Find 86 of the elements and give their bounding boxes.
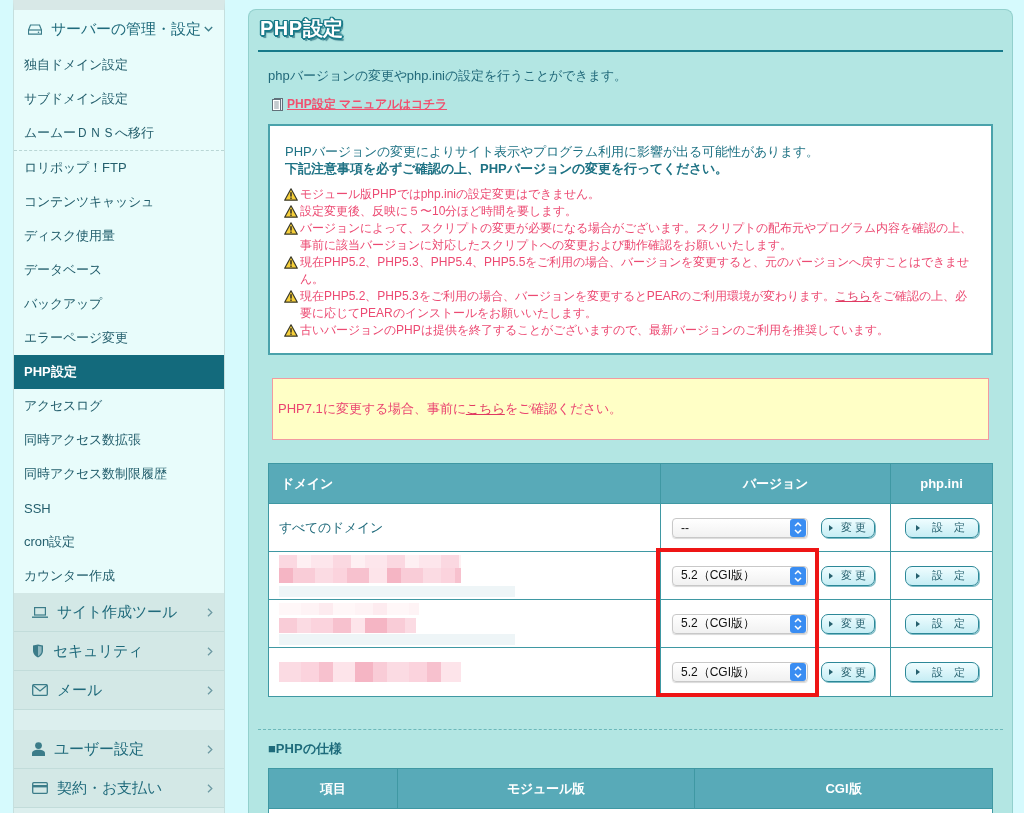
- chevron-right-icon: [207, 783, 213, 793]
- sidebar-item[interactable]: 同時アクセス数制限履歴: [14, 457, 224, 491]
- sidebar-group-header[interactable]: 契約・お支払い: [14, 769, 224, 808]
- section-heading: ■PHPの仕様: [268, 741, 343, 757]
- column-header: モジュール版: [398, 769, 695, 809]
- warning-text: 現在PHP5.2、PHP5.3、PHP5.4、PHP5.5をご利用の場合、バージョンを変更すると、元のバージョンへ戻すことはできません。: [300, 254, 971, 288]
- column-header: php.ini: [891, 464, 992, 504]
- sidebar-item[interactable]: 独自ドメイン設定: [14, 48, 224, 82]
- envelope-icon: [32, 684, 48, 696]
- column-header: ドメイン: [269, 464, 661, 504]
- sidebar-group-header[interactable]: ユーザー設定: [14, 730, 224, 769]
- warning-text: 古いバージョンのPHPは提供を終了することがございますので、最新バージョンのご利用を推奨しています。: [300, 322, 889, 339]
- version-select[interactable]: --: [672, 517, 808, 538]
- chevron-down-icon: [204, 26, 213, 32]
- settings-button[interactable]: 設 定: [904, 565, 979, 586]
- sidebar-item[interactable]: SSH: [14, 491, 224, 525]
- warning-icon: [284, 205, 298, 218]
- version-select[interactable]: 5.2（CGI版）: [672, 565, 808, 586]
- change-button[interactable]: 変 更: [821, 565, 875, 586]
- change-button[interactable]: 変 更: [821, 662, 875, 682]
- sidebar-item[interactable]: cron設定: [14, 525, 224, 559]
- triangle-icon: [915, 572, 920, 579]
- document-icon: [272, 97, 283, 111]
- chevron-right-icon: [207, 685, 213, 695]
- page-title: PHP設定: [260, 15, 344, 41]
- triangle-icon: [829, 524, 833, 531]
- warning-icon: [284, 188, 298, 201]
- warning-text: 設定変更後、反映に５〜10分ほど時間を要します。: [300, 203, 578, 220]
- sidebar-item[interactable]: PHP設定: [14, 355, 224, 389]
- stepper-icon: [790, 663, 806, 681]
- settings-button[interactable]: 設 定: [904, 613, 979, 634]
- inline-link[interactable]: こちら: [835, 289, 872, 303]
- warning-text: 現在PHP5.2、PHP5.3をご利用の場合、バージョンを変更するとPEARのご利用環境が変わります。こちら をご確認の上、必要に応じてPEARのインストールをお願いいたします。: [300, 288, 969, 322]
- sidebar-item[interactable]: サブドメイン設定: [14, 82, 224, 116]
- stepper-icon: [790, 518, 806, 537]
- triangle-icon: [829, 620, 833, 627]
- sidebar-group-header[interactable]: サーバーの管理・設定: [14, 10, 224, 48]
- warning-icon: [284, 222, 298, 235]
- chevron-right-icon: [207, 646, 213, 656]
- column-header: バージョン: [661, 464, 891, 504]
- sidebar-item[interactable]: バックアップ: [14, 287, 224, 321]
- triangle-icon: [829, 669, 833, 675]
- hard-drive-icon: [28, 23, 42, 35]
- intro-text: phpバージョンの変更やphp.iniの設定を行うことができます。: [268, 67, 628, 85]
- alert-text: PHP7.1に変更する場合、事前にこちら をご確認ください。: [278, 400, 622, 418]
- column-header: 項目: [269, 769, 398, 809]
- change-button[interactable]: 変 更: [821, 517, 875, 538]
- triangle-icon: [915, 669, 920, 675]
- credit-card-icon: [32, 782, 48, 794]
- table-cell: すべてのドメイン: [269, 504, 661, 552]
- warning-icon: [284, 324, 298, 337]
- shield-icon: [32, 644, 44, 658]
- stepper-icon: [790, 566, 806, 585]
- warning-text: モジュール版PHPではphp.iniの設定変更はできません。: [300, 186, 601, 203]
- chevron-right-icon: [207, 744, 213, 754]
- inline-link[interactable]: こちら: [465, 401, 505, 416]
- version-select[interactable]: 5.2（CGI版）: [672, 662, 808, 682]
- version-select[interactable]: 5.2（CGI版）: [672, 613, 808, 634]
- sidebar-item[interactable]: ディスク使用量: [14, 219, 224, 253]
- warning-text: バージョンによって、スクリプトの変更が必要になる場合がございます。スクリプトの配布元やプログラム内容を確認の上、事前に該当バージョンに対応したスクリプトへの変更および動作確認をお願いいたします。: [300, 220, 973, 254]
- triangle-icon: [915, 620, 920, 627]
- sidebar-item[interactable]: エラーページ変更: [14, 321, 224, 355]
- sidebar-item[interactable]: データベース: [14, 253, 224, 287]
- settings-button[interactable]: 設 定: [904, 662, 979, 682]
- sidebar-group-header[interactable]: メール: [14, 671, 224, 710]
- sidebar-item[interactable]: コンテンツキャッシュ: [14, 185, 224, 219]
- notice-text: PHPバージョンの変更によりサイト表示やプログラム利用に影響が出る可能性があります。: [285, 143, 820, 160]
- warning-icon: [284, 256, 298, 269]
- triangle-icon: [829, 572, 833, 579]
- sidebar-group-header[interactable]: サイト作成ツール: [14, 593, 224, 632]
- triangle-icon: [915, 524, 920, 531]
- sidebar-group-header[interactable]: セキュリティ: [14, 632, 224, 671]
- sidebar-item[interactable]: カウンター作成: [14, 559, 224, 593]
- notice-emphasis-text: 下記注意事項を必ずご確認の上、PHPバージョンの変更を行ってください。: [285, 160, 729, 177]
- stepper-icon: [790, 614, 806, 633]
- sidebar-item[interactable]: アクセスログ: [14, 389, 224, 423]
- change-button[interactable]: 変 更: [821, 613, 875, 634]
- sidebar-item[interactable]: ロリポップ！FTP: [14, 151, 224, 185]
- person-icon: [32, 742, 45, 756]
- column-header: CGI版: [695, 769, 992, 809]
- sidebar-item[interactable]: 同時アクセス数拡張: [14, 423, 224, 457]
- chevron-right-icon: [207, 607, 213, 617]
- warning-icon: [284, 290, 298, 303]
- laptop-icon: [32, 606, 48, 618]
- sidebar-item[interactable]: ムームーＤＮＳへ移行: [14, 116, 224, 150]
- settings-button[interactable]: 設 定: [904, 517, 979, 538]
